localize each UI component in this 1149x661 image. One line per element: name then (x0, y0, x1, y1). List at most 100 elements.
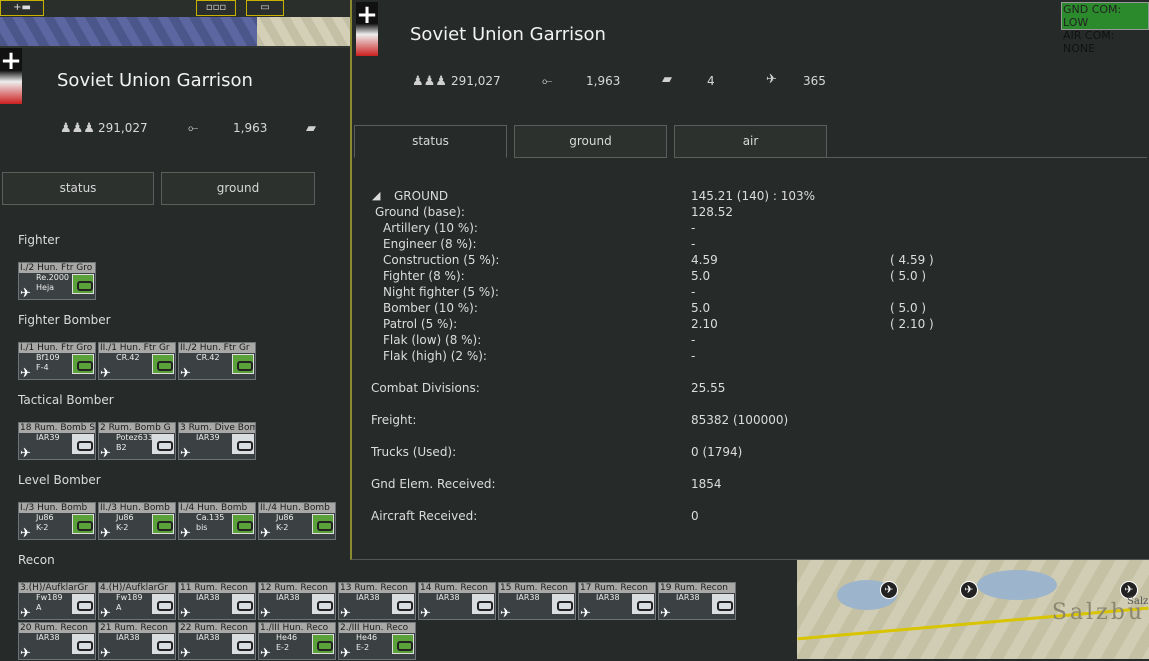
aircraft-type: IAR38 (116, 633, 140, 642)
air-unit-card[interactable]: 1./III Hun. Reco He46 E-2 ✈ (258, 622, 336, 660)
unit-name: II./3 Hun. Bomb (99, 503, 175, 513)
map-view[interactable]: ✈ ✈ ✈ Salzbu Salz (797, 560, 1149, 659)
left-tab-status[interactable]: status (2, 172, 154, 205)
air-unit-card[interactable]: 4.(H)/AufklarGr Fw189 A ✈ (98, 582, 176, 620)
air-unit-card[interactable]: I./2 Hun. Ftr Gro Re.2000 Heja ✈ (18, 262, 96, 300)
air-unit-card[interactable]: 2./III Hun. Reco He46 E-2 ✈ (338, 622, 416, 660)
plane-icon: ✈ (340, 646, 351, 661)
aircraft-type: IAR38 (36, 633, 60, 642)
summary-label: Aircraft Received: (371, 509, 478, 523)
aircraft-type: IAR38 (196, 593, 220, 602)
plane-icon: ✈ (340, 606, 351, 621)
detail-title: Soviet Union Garrison (410, 24, 606, 45)
unit-status-badge-icon (152, 434, 174, 454)
summary-label: Gnd Elem. Received: (371, 477, 496, 491)
plane-icon: ✈ (180, 646, 191, 661)
aircraft-type: He46 E-2 (276, 633, 298, 652)
unit-name: 13 Rum. Recon (339, 583, 415, 593)
tank-icon: ▰ (306, 121, 316, 136)
unit-status-badge-icon (232, 354, 254, 374)
detail-men-count: 291,027 (451, 74, 501, 88)
unit-status-badge-icon (72, 514, 94, 534)
unit-status-badge-icon (392, 634, 414, 654)
men-icon: ♟♟♟ (412, 74, 447, 89)
unit-name: 2 Rum. Bomb G (99, 423, 175, 433)
unit-type-toggle-button[interactable]: +▬ (0, 0, 44, 16)
detail-tab-air[interactable]: air (674, 125, 827, 158)
air-unit-card[interactable]: 21 Rum. Recon IAR38 ✈ (98, 622, 176, 660)
vehicle-button[interactable]: ▭ (246, 0, 284, 16)
air-unit-card[interactable]: I./3 Hun. Bomb Ju86 K-2 ✈ (18, 502, 96, 540)
air-com-status: AIR COM: NONE (1063, 29, 1115, 55)
air-unit-card[interactable]: 13 Rum. Recon IAR38 ✈ (338, 582, 416, 620)
unit-name: I./2 Hun. Ftr Gro (19, 263, 95, 273)
unit-status-badge-icon (232, 594, 254, 614)
summary-value: 0 (1794) (691, 445, 743, 459)
modifier-extra: ( 4.59 ) (890, 253, 934, 267)
modifier-extra: ( 5.0 ) (890, 269, 927, 283)
air-unit-card[interactable]: II./2 Hun. Ftr Gr CR.42 ✈ (178, 342, 256, 380)
air-unit-card[interactable]: II./4 Hun. Bomb Ju86 K-2 ✈ (258, 502, 336, 540)
air-unit-card[interactable]: II./3 Hun. Bomb Ju86 K-2 ✈ (98, 502, 176, 540)
air-unit-card[interactable]: 2 Rum. Bomb G Potez633 B2 ✈ (98, 422, 176, 460)
detail-tab-status[interactable]: status (354, 125, 507, 158)
plane-icon: ✈ (180, 606, 191, 621)
unit-name: 20 Rum. Recon (19, 623, 95, 633)
collapse-triangle-icon[interactable]: ◢ (372, 189, 380, 202)
airbase-icon[interactable]: ✈ (960, 581, 978, 599)
air-unit-card[interactable]: 15 Rum. Recon IAR38 ✈ (498, 582, 576, 620)
airbase-icon[interactable]: ✈ (880, 581, 898, 599)
unit-status-badge-icon (72, 434, 94, 454)
air-unit-card[interactable]: 18 Rum. Bomb S IAR39 ✈ (18, 422, 96, 460)
air-unit-card[interactable]: I./1 Hun. Ftr Gro Bf109 F-4 ✈ (18, 342, 96, 380)
modifier-label: Construction (5 %): (383, 253, 500, 267)
modifier-label: Flak (low) (8 %): (383, 333, 482, 347)
air-unit-card[interactable]: 12 Rum. Recon IAR38 ✈ (258, 582, 336, 620)
ground-header-value: 145.21 (140) : 103% (691, 189, 816, 203)
air-unit-card[interactable]: 17 Rum. Recon IAR38 ✈ (578, 582, 656, 620)
aircraft-type: CR.42 (196, 353, 220, 362)
air-unit-card[interactable]: 14 Rum. Recon IAR38 ✈ (418, 582, 496, 620)
aircraft-type: Potez633 B2 (116, 433, 153, 452)
aircraft-type: He46 E-2 (356, 633, 378, 652)
detail-aircraft-count: 365 (803, 74, 826, 88)
modifier-label: Ground (base): (375, 205, 465, 219)
unit-name: II./1 Hun. Ftr Gr (99, 343, 175, 353)
air-unit-card[interactable]: 3 Rum. Dive Bom IAR39 ✈ (178, 422, 256, 460)
aircraft-type: IAR38 (196, 633, 220, 642)
air-unit-card[interactable]: II./1 Hun. Ftr Gr CR.42 ✈ (98, 342, 176, 380)
unit-name: 15 Rum. Recon (499, 583, 575, 593)
air-unit-card[interactable]: I./4 Hun. Bomb Ca.135 bis ✈ (178, 502, 256, 540)
plane-icon: ✈ (20, 286, 31, 301)
aircraft-type: IAR38 (356, 593, 380, 602)
air-unit-card[interactable]: 19 Rum. Recon IAR38 ✈ (658, 582, 736, 620)
summary-value: 25.55 (691, 381, 726, 395)
unit-name: 21 Rum. Recon (99, 623, 175, 633)
unit-name: I./4 Hun. Bomb (179, 503, 255, 513)
unit-status-badge-icon (312, 514, 334, 534)
plane-icon: ✈ (20, 526, 31, 541)
unit-name: I./3 Hun. Bomb (19, 503, 95, 513)
plane-icon: ✈ (20, 446, 31, 461)
unit-status-badge-icon (632, 594, 654, 614)
air-unit-card[interactable]: 3.(H)/AufklarGr Fw189 A ✈ (18, 582, 96, 620)
left-men-count: 291,027 (98, 121, 148, 135)
unit-status-badge-icon (472, 594, 494, 614)
modifier-value: 5.0 (691, 301, 711, 315)
air-unit-card[interactable]: 22 Rum. Recon IAR38 ✈ (178, 622, 256, 660)
air-unit-card[interactable]: 11 Rum. Recon IAR38 ✈ (178, 582, 256, 620)
left-panel-title: Soviet Union Garrison (57, 70, 253, 91)
unit-name: I./1 Hun. Ftr Gro (19, 343, 95, 353)
air-unit-card[interactable]: 20 Rum. Recon IAR38 ✈ (18, 622, 96, 660)
plane-icon: ✈ (660, 606, 671, 621)
unit-status-badge-icon (312, 634, 334, 654)
plane-icon: ✈ (100, 446, 111, 461)
modifier-label: Night fighter (5 %): (383, 285, 499, 299)
summary-label: Trucks (Used): (371, 445, 457, 459)
detail-tab-ground[interactable]: ground (514, 125, 667, 158)
formation-button[interactable]: ▫▫▫ (196, 0, 236, 16)
aircraft-type: IAR38 (516, 593, 540, 602)
modifier-value: - (691, 349, 696, 363)
left-tab-ground[interactable]: ground (161, 172, 315, 205)
aircraft-type: CR.42 (116, 353, 140, 362)
